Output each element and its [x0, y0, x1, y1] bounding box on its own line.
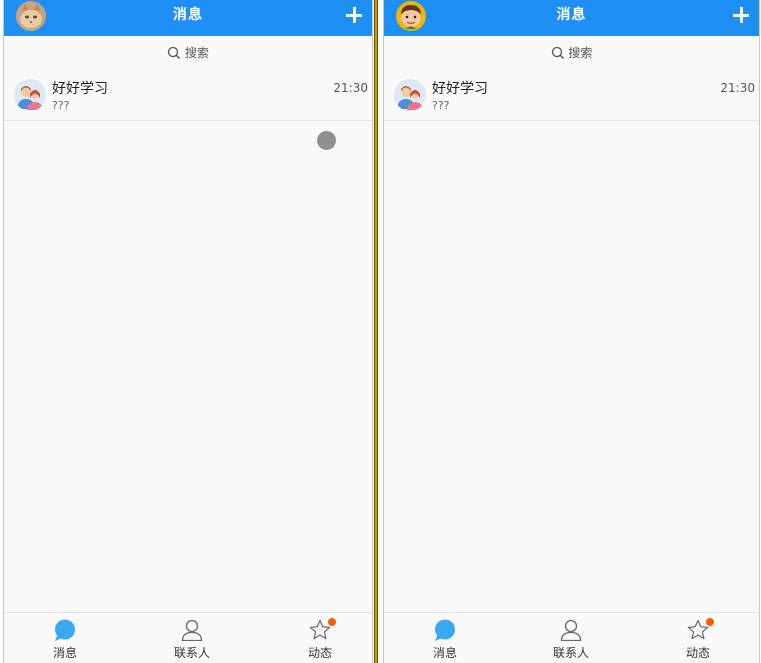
app-header: 消息 — [384, 0, 759, 36]
chat-bubble-icon — [435, 619, 455, 641]
tab-moments[interactable]: 动态 — [668, 613, 728, 663]
tab-messages[interactable]: 消息 — [35, 613, 95, 663]
conversation-item[interactable]: 好好学习 ??? 21:30 — [384, 72, 759, 121]
conversation-time: 21:30 — [720, 81, 755, 95]
search-bar[interactable]: 搜索 — [4, 44, 372, 64]
tab-label: 消息 — [432, 646, 457, 660]
tab-contacts[interactable]: 联系人 — [541, 613, 601, 663]
conversation-time: 21:30 — [333, 81, 368, 95]
conversation-item[interactable]: 好好学习 ??? 21:30 — [4, 72, 372, 121]
tab-label: 联系人 — [173, 646, 210, 660]
conversation-preview: ??? — [432, 99, 450, 112]
group-avatar-icon — [394, 79, 426, 111]
person-icon — [560, 619, 582, 641]
notification-badge — [328, 618, 336, 626]
tab-moments[interactable]: 动态 — [290, 613, 350, 663]
chat-window-right: 消息 搜索 好好学习 ??? 21:30 消息 联系人 动态 — [383, 0, 760, 663]
search-icon — [167, 46, 181, 59]
conversation-name: 好好学习 — [432, 81, 488, 97]
tab-bar: 消息 联系人 动态 — [4, 612, 372, 663]
tab-label: 联系人 — [552, 646, 589, 660]
window-divider — [374, 0, 378, 663]
touch-indicator — [317, 131, 336, 150]
group-avatar-icon — [14, 79, 46, 111]
page-title: 消息 — [173, 7, 203, 23]
search-icon — [551, 46, 564, 59]
chat-window-left: 消息 搜索 好好学习 ??? 21:30 消息 联系人 动态 — [3, 0, 373, 663]
plus-icon[interactable] — [733, 7, 749, 23]
notification-badge — [706, 618, 714, 626]
search-label: 搜索 — [568, 46, 593, 60]
chat-bubble-icon — [55, 619, 75, 641]
conversation-preview: ??? — [52, 99, 70, 112]
conversation-name: 好好学习 — [52, 81, 108, 97]
tab-label: 消息 — [52, 646, 77, 660]
search-label: 搜索 — [184, 46, 209, 60]
app-header: 消息 — [4, 0, 372, 36]
tab-label: 动态 — [685, 646, 710, 660]
tab-bar: 消息 联系人 动态 — [384, 612, 759, 663]
tab-messages[interactable]: 消息 — [415, 613, 475, 663]
search-bar[interactable]: 搜索 — [384, 44, 759, 64]
tab-label: 动态 — [307, 646, 332, 660]
page-title: 消息 — [556, 7, 587, 23]
person-icon — [181, 619, 203, 641]
plus-icon[interactable] — [346, 7, 362, 23]
tab-contacts[interactable]: 联系人 — [162, 613, 222, 663]
